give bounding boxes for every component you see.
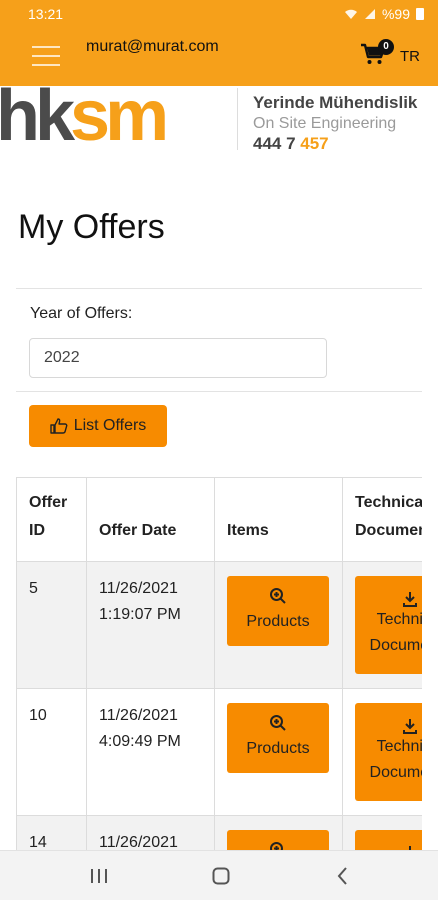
table-row: 5 11/26/20211:19:07 PM Products Technica… [16, 561, 422, 689]
technical-documents-button[interactable]: Technical Documents [355, 830, 422, 850]
back-icon [337, 867, 347, 885]
header-offer-id: Offer ID [16, 477, 87, 562]
hamburger-icon [32, 46, 60, 48]
logo-text-accent: sm [70, 86, 169, 154]
back-button[interactable] [328, 863, 358, 889]
offers-table: Offer ID Offer Date Items Technical Docu… [16, 477, 422, 850]
download-icon [403, 719, 417, 734]
technical-documents-button[interactable]: Technical Documents [355, 576, 422, 674]
offer-date-cell: 11/26/2021 1:19:07 PM [86, 561, 215, 689]
items-cell: Products [214, 688, 343, 816]
header-technical-documents: Technical Documents [342, 477, 422, 562]
products-button[interactable]: Products [227, 703, 329, 773]
status-bar: 13:21 %99 [0, 0, 438, 28]
cart-button[interactable]: 0 [360, 39, 394, 70]
zoom-in-icon [270, 715, 286, 731]
home-button[interactable] [206, 863, 236, 889]
app-header: murat@murat.com 0 TR [0, 28, 438, 86]
cart-count-badge: 0 [378, 39, 394, 55]
offer-date-cell: 11/26/2021 [86, 815, 215, 850]
download-icon [403, 592, 417, 607]
technical-documents-cell: Technical Documents [342, 688, 422, 816]
zoom-in-icon [270, 842, 283, 850]
recent-apps-button[interactable] [84, 863, 114, 889]
user-email[interactable]: murat@murat.com [86, 38, 219, 56]
technical-documents-cell: Technical Documents [342, 815, 422, 850]
products-button[interactable]: Products [227, 830, 329, 850]
tagline-title: Yerinde Mühendislik [253, 93, 418, 112]
thumbs-up-icon [49, 418, 68, 434]
hamburger-menu-button[interactable] [32, 44, 62, 70]
products-button[interactable]: Products [227, 576, 329, 646]
battery-text: %99 [381, 6, 410, 22]
wifi-icon [344, 9, 357, 19]
table-row: 14 11/26/2021 Products Technical Documen… [16, 815, 422, 850]
phone-number: 444 7 457 [253, 134, 329, 154]
year-filter-label: Year of Offers: [30, 305, 133, 322]
signal-icon [364, 9, 375, 19]
offer-id-cell: 10 [16, 688, 87, 816]
list-offers-button[interactable]: List Offers [29, 405, 167, 447]
header-items: Items [214, 477, 343, 562]
status-icons: %99 [344, 6, 424, 22]
technical-documents-cell: Technical Documents [342, 561, 422, 689]
logo-banner: hksm Yerinde Mühendislik On Site Enginee… [0, 86, 438, 154]
offer-date-cell: 11/26/2021 4:09:49 PM [86, 688, 215, 816]
company-logo[interactable]: hksm [0, 86, 169, 154]
list-offers-label: List Offers [73, 417, 147, 434]
divider [16, 391, 422, 392]
recent-apps-icon [91, 869, 107, 883]
battery-icon [416, 8, 424, 20]
items-cell: Products [214, 561, 343, 689]
offers-table-container[interactable]: Offer ID Offer Date Items Technical Docu… [16, 477, 422, 850]
offer-id-cell: 14 [16, 815, 87, 850]
header-offer-date: Offer Date [86, 477, 215, 562]
home-icon [212, 867, 230, 885]
language-switch[interactable]: TR [400, 48, 420, 65]
technical-documents-button[interactable]: Technical Documents [355, 703, 422, 801]
table-header-row: Offer ID Offer Date Items Technical Docu… [16, 477, 422, 562]
phone-accent: 457 [300, 134, 329, 153]
status-time: 13:21 [28, 6, 64, 22]
zoom-in-icon [270, 588, 286, 604]
year-select[interactable]: 2022 [29, 338, 327, 378]
table-row: 10 11/26/20214:09:49 PM Products Technic… [16, 688, 422, 816]
logo-text-dark: hk [0, 86, 75, 154]
logo-divider [237, 88, 238, 150]
offer-id-cell: 5 [16, 561, 87, 689]
items-cell: Products [214, 815, 343, 850]
system-nav-bar [0, 850, 438, 900]
tagline-subtitle: On Site Engineering [253, 115, 397, 132]
divider [16, 288, 422, 289]
page-title: My Offers [18, 208, 165, 246]
phone-main: 444 7 [253, 134, 301, 153]
